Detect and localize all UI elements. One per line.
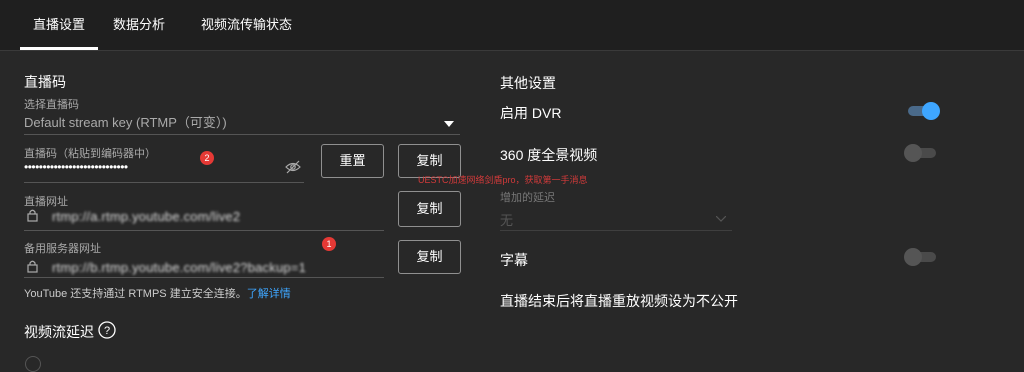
- stream-url-value: rtmp://a.rtmp.youtube.com/live2: [52, 209, 241, 224]
- backup-url-underline: [24, 277, 384, 278]
- visibility-off-icon[interactable]: [285, 160, 301, 179]
- annotation-badge-1: 1: [322, 237, 336, 251]
- delay-select: 无: [500, 210, 732, 229]
- svg-text:?: ?: [104, 325, 110, 337]
- chevron-down-icon: [715, 210, 727, 225]
- dvr-label: 启用 DVR: [500, 105, 562, 121]
- latency-section-title: 视频流延迟: [24, 324, 94, 340]
- delay-label: 增加的延迟: [500, 192, 555, 204]
- other-settings-title: 其他设置: [500, 75, 556, 91]
- stream-key-section-title: 直播码: [24, 74, 66, 90]
- stream-key-label: 直播码（粘贴到编码器中）: [24, 148, 156, 160]
- lock-icon: [27, 208, 38, 227]
- stream-url-underline: [24, 230, 384, 231]
- captions-toggle[interactable]: [904, 248, 936, 266]
- dropdown-arrow-icon: [444, 115, 454, 130]
- learn-more-link[interactable]: 了解详情: [247, 288, 291, 300]
- stream-key-select[interactable]: Default stream key (RTMP（可变）): [24, 112, 460, 132]
- latency-radio[interactable]: [25, 356, 41, 372]
- help-icon[interactable]: ?: [98, 321, 116, 344]
- tab-stream-health[interactable]: 视频流传输状态: [201, 0, 292, 50]
- rtmps-note: YouTube 还支持通过 RTMPS 建立安全连接。了解详情: [24, 285, 291, 301]
- select-underline: [24, 134, 460, 135]
- vr360-toggle[interactable]: [904, 144, 936, 162]
- delay-underline: [500, 230, 732, 231]
- tab-live-settings[interactable]: 直播设置: [20, 0, 98, 50]
- lock-icon: [27, 259, 38, 278]
- copy-backup-url-button[interactable]: 复制: [398, 240, 461, 274]
- watermark-text: UESTC加速网络剑盾pro，获取第一手消息: [418, 175, 588, 185]
- toggle-knob: [922, 102, 940, 120]
- delay-value: 无: [500, 213, 514, 228]
- toggle-knob: [904, 144, 922, 162]
- captions-label: 字幕: [500, 252, 528, 268]
- vr360-label: 360 度全景视频: [500, 147, 598, 163]
- annotation-badge-2: 2: [200, 151, 214, 165]
- toggle-knob: [904, 248, 922, 266]
- dvr-toggle[interactable]: [908, 102, 940, 120]
- stream-key-underline: [24, 182, 304, 183]
- rtmps-note-text: YouTube 还支持通过 RTMPS 建立安全连接。: [24, 288, 247, 300]
- reset-button[interactable]: 重置: [321, 144, 384, 178]
- backup-url-label: 备用服务器网址: [24, 243, 101, 255]
- backup-url-value: rtmp://b.rtmp.youtube.com/live2?backup=1: [52, 260, 307, 275]
- tab-analytics[interactable]: 数据分析: [113, 0, 165, 50]
- top-tab-bar: 直播设置 数据分析 视频流传输状态: [0, 0, 1024, 51]
- stream-url-label: 直播网址: [24, 196, 68, 208]
- stream-key-input[interactable]: ••••••••••••••••••••••••••••: [24, 160, 128, 174]
- stream-key-select-value: Default stream key (RTMP（可变）): [24, 115, 227, 130]
- select-stream-key-label: 选择直播码: [24, 99, 79, 111]
- copy-url-button[interactable]: 复制: [398, 191, 461, 227]
- unlisted-replay-label: 直播结束后将直播重放视频设为不公开: [500, 293, 738, 309]
